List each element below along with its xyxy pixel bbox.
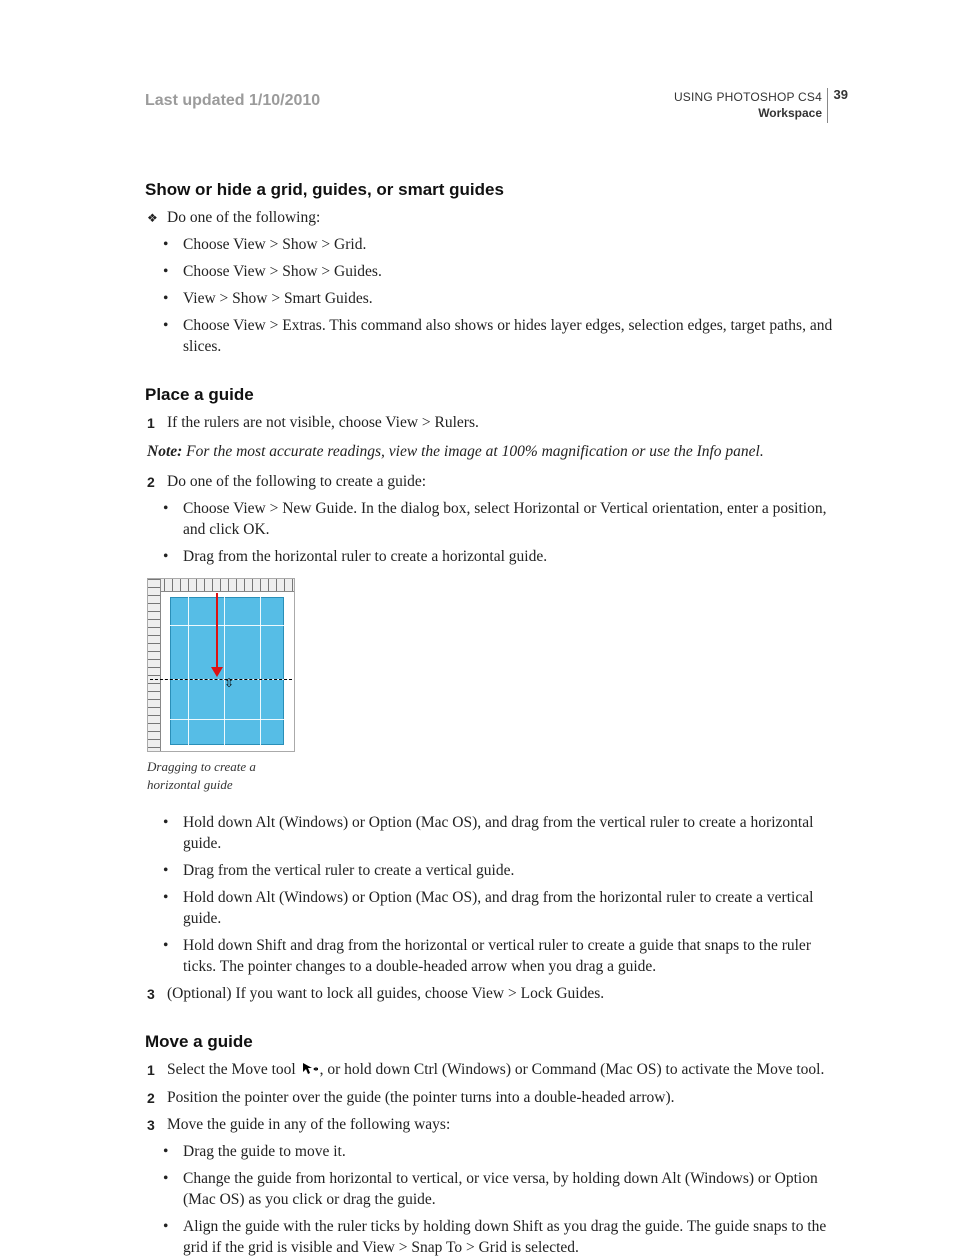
list-text: (Optional) If you want to lock all guide… [167, 985, 604, 1002]
page-number: 39 [834, 87, 848, 104]
split-cursor-icon: ⇳ [224, 675, 234, 691]
list-item: 2 Do one of the following to create a gu… [147, 472, 844, 493]
bullet-icon: • [163, 1142, 168, 1163]
heading-move-guide: Move a guide [145, 1031, 844, 1054]
step-number: 3 [147, 985, 155, 1004]
section-show-hide: Show or hide a grid, guides, or smart gu… [145, 179, 844, 357]
list-text: Move the guide in any of the following w… [167, 1116, 450, 1133]
list-item: 2 Position the pointer over the guide (t… [147, 1088, 844, 1109]
list-item: • Change the guide from horizontal to ve… [147, 1169, 844, 1211]
list-item: • Hold down Alt (Windows) or Option (Mac… [147, 888, 844, 930]
ruler-vertical-icon [148, 579, 161, 751]
drag-arrow-icon [216, 593, 218, 671]
ruler-horizontal-icon [148, 579, 294, 592]
list-text: Drag from the vertical ruler to create a… [183, 862, 514, 879]
list-text: View > Show > Smart Guides. [183, 290, 373, 307]
guide-line [188, 597, 189, 745]
guide-line [170, 625, 284, 626]
bullet-icon: • [163, 547, 168, 568]
bullet-icon: • [163, 499, 168, 520]
new-guide-dashed [150, 679, 292, 680]
step-number: 2 [147, 1089, 155, 1108]
list-text: Change the guide from horizontal to vert… [183, 1170, 818, 1208]
bullet-icon: • [163, 936, 168, 957]
list-text: Drag from the horizontal ruler to create… [183, 548, 547, 565]
bullet-icon: • [163, 289, 168, 310]
list-text: Hold down Alt (Windows) or Option (Mac O… [183, 889, 813, 927]
list-item: 3 (Optional) If you want to lock all gui… [147, 984, 844, 1005]
list-item: • Hold down Alt (Windows) or Option (Mac… [147, 813, 844, 855]
bullet-icon: • [163, 1169, 168, 1190]
list-text: Do one of the following to create a guid… [167, 473, 426, 490]
list-text: Choose View > Extras. This command also … [183, 317, 832, 355]
heading-show-hide: Show or hide a grid, guides, or smart gu… [145, 179, 844, 202]
step-number: 1 [147, 414, 155, 433]
list-text: Do one of the following: [167, 209, 320, 226]
bullet-icon: • [163, 262, 168, 283]
section-name: Workspace [674, 106, 822, 122]
document-page: Last updated 1/10/2010 39 USING PHOTOSHO… [0, 0, 954, 1235]
list-item: • Choose View > Extras. This command als… [147, 316, 844, 358]
list-item: • Choose View > Show > Grid. [147, 235, 844, 256]
bullet-icon: • [163, 888, 168, 909]
step-number: 3 [147, 1116, 155, 1135]
list-item: • View > Show > Smart Guides. [147, 289, 844, 310]
list-text: Choose View > Show > Grid. [183, 236, 366, 253]
step-number: 2 [147, 473, 155, 492]
list-item: • Hold down Shift and drag from the hori… [147, 936, 844, 978]
list-item: 1 Select the Move tool , or hold down Ct… [147, 1060, 844, 1083]
note-label: Note: [147, 443, 182, 460]
list-text: Align the guide with the ruler ticks by … [183, 1218, 826, 1256]
bullet-icon: • [163, 316, 168, 337]
note-text: For the most accurate readings, view the… [182, 443, 763, 460]
list-text: Hold down Shift and drag from the horizo… [183, 937, 811, 975]
list-item: • Choose View > Show > Guides. [147, 262, 844, 283]
header-right: 39 USING PHOTOSHOP CS4 Workspace [674, 90, 844, 121]
guide-line [260, 597, 261, 745]
list-item: ❖ Do one of the following: [147, 208, 844, 229]
move-tool-icon [302, 1062, 318, 1083]
guide-line [224, 597, 225, 745]
list-text-after: , or hold down Ctrl (Windows) or Command… [320, 1061, 825, 1078]
list-item: • Drag from the vertical ruler to create… [147, 861, 844, 882]
section-place-guide: Place a guide 1 If the rulers are not vi… [145, 384, 844, 1005]
drag-arrowhead-icon [211, 667, 223, 677]
list-item: 1 If the rulers are not visible, choose … [147, 413, 844, 434]
list-item: • Drag the guide to move it. [147, 1142, 844, 1163]
list-text: If the rulers are not visible, choose Vi… [167, 414, 479, 431]
figure-caption: Dragging to create a horizontal guide [147, 758, 295, 793]
guide-line [170, 719, 284, 720]
note: Note: For the most accurate readings, vi… [147, 442, 844, 463]
list-item: • Choose View > New Guide. In the dialog… [147, 499, 844, 541]
list-text-before: Select the Move tool [167, 1061, 300, 1078]
diamond-bullet-icon: ❖ [147, 210, 158, 226]
list-item: • Align the guide with the ruler ticks b… [147, 1217, 844, 1259]
bullet-icon: • [163, 861, 168, 882]
figure-drag-guide: ⇳ Dragging to create a horizontal guide [147, 578, 295, 793]
bullet-icon: • [163, 235, 168, 256]
list-text: Hold down Alt (Windows) or Option (Mac O… [183, 814, 813, 852]
section-move-guide: Move a guide 1 Select the Move tool , or… [145, 1031, 844, 1259]
bullet-icon: • [163, 813, 168, 834]
list-text: Position the pointer over the guide (the… [167, 1089, 675, 1106]
doc-title: USING PHOTOSHOP CS4 [674, 90, 822, 106]
list-text: Choose View > Show > Guides. [183, 263, 382, 280]
page-header: Last updated 1/10/2010 39 USING PHOTOSHO… [145, 90, 844, 121]
list-item: • Drag from the horizontal ruler to crea… [147, 547, 844, 568]
list-text: Choose View > New Guide. In the dialog b… [183, 500, 826, 538]
heading-place-guide: Place a guide [145, 384, 844, 407]
list-item: 3 Move the guide in any of the following… [147, 1115, 844, 1136]
last-updated: Last updated 1/10/2010 [145, 90, 320, 112]
header-divider [827, 88, 828, 123]
figure-canvas: ⇳ [147, 578, 295, 752]
step-number: 1 [147, 1061, 155, 1080]
list-text: Drag the guide to move it. [183, 1143, 346, 1160]
